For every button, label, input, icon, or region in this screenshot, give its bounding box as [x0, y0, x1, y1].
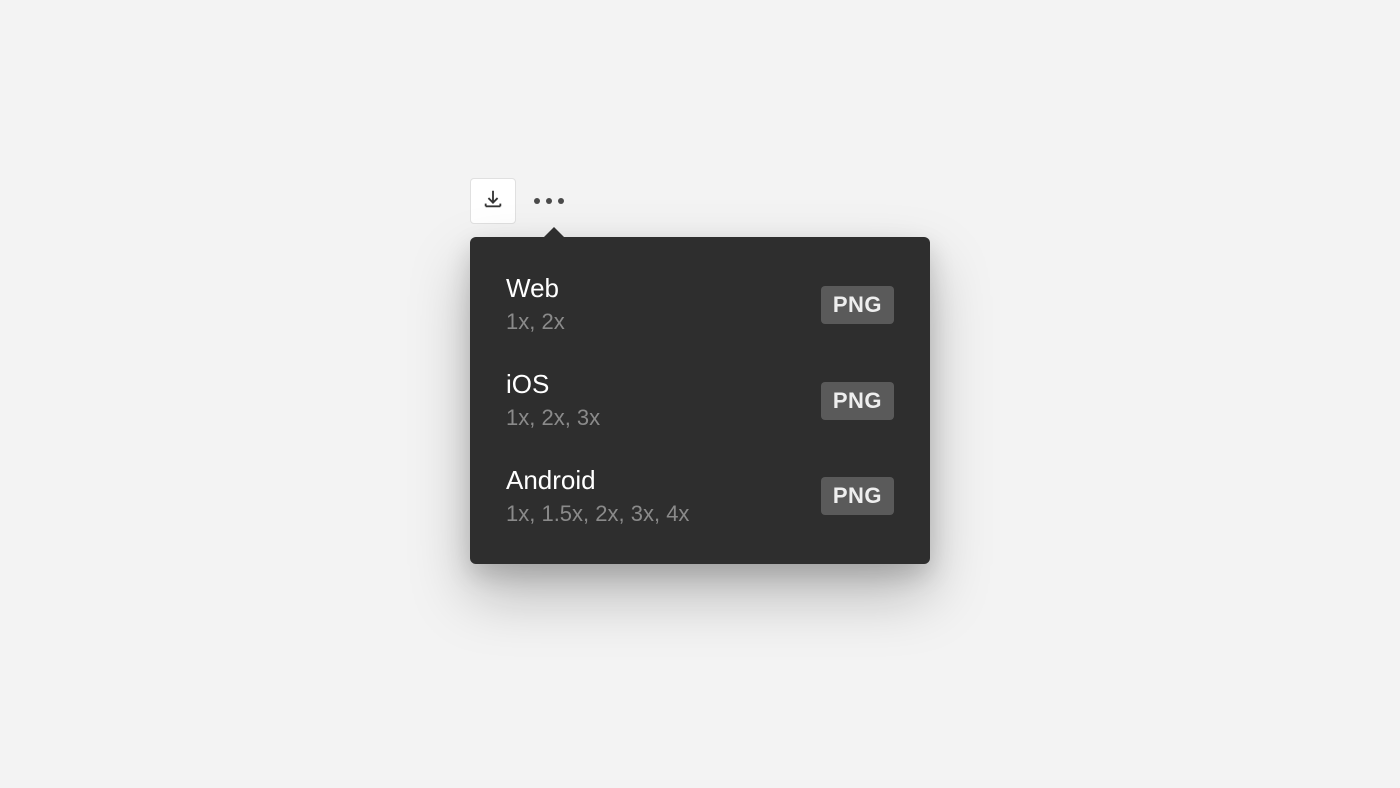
more-options-button[interactable] — [534, 190, 564, 212]
format-badge: PNG — [821, 477, 894, 515]
export-preset-info: Android 1x, 1.5x, 2x, 3x, 4x — [506, 465, 689, 529]
toolbar — [470, 178, 564, 224]
export-preset-info: Web 1x, 2x — [506, 273, 565, 337]
export-preset-subtitle: 1x, 2x, 3x — [506, 404, 600, 433]
export-preset-title: Web — [506, 273, 565, 304]
format-badge: PNG — [821, 286, 894, 324]
export-preset-info: iOS 1x, 2x, 3x — [506, 369, 600, 433]
export-preset-subtitle: 1x, 2x — [506, 308, 565, 337]
download-button[interactable] — [470, 178, 516, 224]
export-preset-web[interactable]: Web 1x, 2x PNG — [470, 257, 930, 353]
export-preset-ios[interactable]: iOS 1x, 2x, 3x PNG — [470, 353, 930, 449]
download-icon — [482, 188, 504, 215]
export-preset-title: iOS — [506, 369, 600, 400]
export-preset-title: Android — [506, 465, 689, 496]
export-preset-android[interactable]: Android 1x, 1.5x, 2x, 3x, 4x PNG — [470, 449, 930, 545]
more-horizontal-icon — [534, 198, 564, 204]
format-badge: PNG — [821, 382, 894, 420]
export-preset-subtitle: 1x, 1.5x, 2x, 3x, 4x — [506, 500, 689, 529]
export-presets-popover: Web 1x, 2x PNG iOS 1x, 2x, 3x PNG Androi… — [470, 237, 930, 564]
